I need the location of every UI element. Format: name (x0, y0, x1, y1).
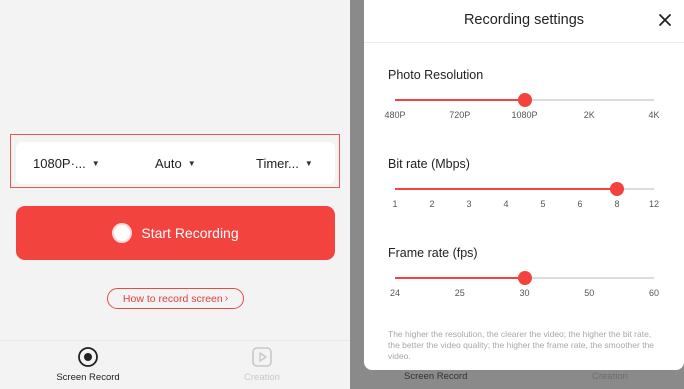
start-recording-label: Start Recording (141, 225, 239, 241)
slider-tick-label: 4 (503, 199, 509, 209)
caret-down-icon: ▼ (304, 158, 313, 168)
slider-tick-label: 1 (392, 199, 398, 209)
slider-knob[interactable] (610, 182, 624, 196)
slider-tick-label: 24 (389, 288, 401, 298)
frame-rate-setting: Frame rate (fps) 24 25 30 50 60 (388, 246, 663, 316)
slider-tick-label: 4K (648, 110, 660, 120)
record-icon (78, 347, 98, 367)
how-to-record-link[interactable]: How to record screen › (107, 288, 244, 309)
slider-fill (395, 99, 525, 101)
tab-screen-record-label: Screen Record (56, 372, 120, 383)
settings-overlay: Screen Record Creation Recording setting… (350, 0, 684, 389)
record-screen: 1080P·... ▼ Auto ▼ Timer... ▼ Start Reco… (0, 0, 350, 389)
slider-tick-label: 3 (466, 199, 472, 209)
dimmed-tab-creation-label: Creation (592, 371, 628, 382)
caret-down-icon: ▼ (91, 158, 100, 168)
slider-tick-label: 2 (429, 199, 435, 209)
record-dot-icon (112, 223, 133, 243)
sheet-header: Recording settings (364, 0, 684, 43)
bit-rate-slider[interactable] (395, 182, 654, 196)
slider-knob[interactable] (517, 271, 532, 285)
slider-tick-label: 60 (648, 288, 660, 298)
start-recording-button[interactable]: Start Recording (16, 206, 335, 260)
slider-tick-label: 25 (454, 288, 465, 298)
frame-rate-slider[interactable] (395, 271, 654, 285)
dimmed-tab-screen-record-label: Screen Record (404, 371, 468, 382)
slider-tick-label: 30 (519, 288, 530, 298)
slider-fill (395, 188, 617, 190)
caret-down-icon: ▼ (187, 158, 196, 168)
photo-resolution-slider[interactable] (395, 93, 654, 107)
timer-dropdown[interactable]: Timer... ▼ (256, 142, 313, 184)
slider-tick-label: 2K (583, 110, 595, 120)
slider-tick-label: 6 (577, 199, 583, 209)
slider-tick-label: 12 (648, 199, 660, 209)
slider-tick-label: 1080P (511, 110, 538, 120)
settings-note: The higher the resolution, the clearer t… (388, 329, 655, 361)
resolution-dropdown-label: 1080P·... (33, 155, 86, 171)
recording-settings-sheet: Recording settings Photo Resolution 480P… (364, 0, 684, 370)
bottom-tab-bar: Screen Record Creation (0, 340, 350, 389)
close-icon[interactable] (657, 12, 673, 28)
orientation-dropdown-label: Auto (155, 155, 182, 171)
slider-tick-label: 8 (614, 199, 620, 209)
timer-dropdown-label: Timer... (256, 155, 299, 171)
orientation-dropdown[interactable]: Auto ▼ (155, 142, 196, 184)
resolution-dropdown[interactable]: 1080P·... ▼ (33, 142, 100, 184)
frame-rate-label: Frame rate (fps) (388, 246, 478, 260)
how-to-record-label: How to record screen (122, 292, 223, 305)
chevron-right-icon: › (224, 293, 229, 304)
slider-tick-label: 5 (540, 199, 546, 209)
photo-resolution-setting: Photo Resolution 480P 720P 1080P 2K 4K (384, 68, 663, 138)
sheet-title: Recording settings (463, 12, 585, 28)
slider-knob[interactable] (517, 93, 532, 107)
bit-rate-setting: Bit rate (Mbps) 1 2 3 4 5 6 8 12 (388, 157, 663, 227)
photo-resolution-label: Photo Resolution (388, 68, 484, 82)
slider-fill (395, 277, 525, 279)
bit-rate-label: Bit rate (Mbps) (388, 157, 470, 171)
slider-tick-label: 50 (584, 288, 595, 298)
slider-tick-label: 720P (449, 110, 471, 120)
record-options-bar: 1080P·... ▼ Auto ▼ Timer... ▼ (16, 142, 335, 184)
tab-screen-record[interactable]: Screen Record (28, 341, 148, 389)
tab-creation[interactable]: Creation (202, 341, 322, 389)
video-play-icon (252, 347, 272, 367)
tab-creation-label: Creation (244, 372, 280, 383)
slider-tick-label: 480P (384, 110, 406, 120)
